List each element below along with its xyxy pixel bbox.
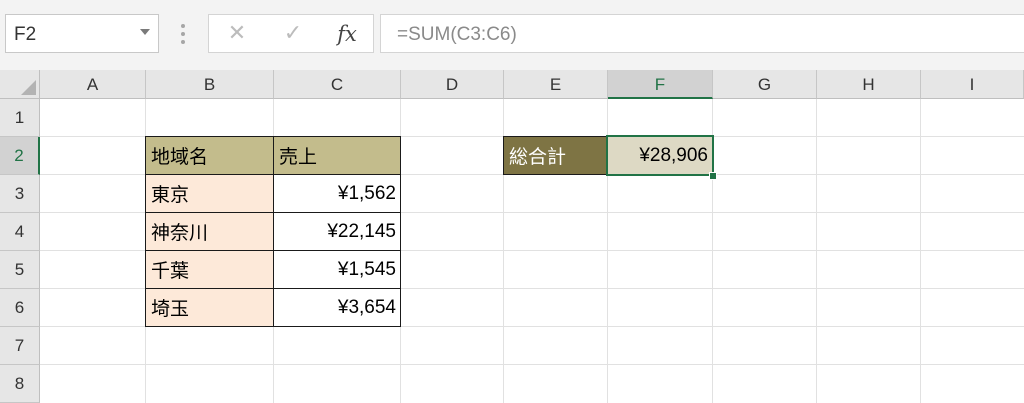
row-header-6[interactable]: 6 [0,289,40,327]
cell-b4[interactable]: 神奈川 [145,212,274,251]
cell-c2[interactable]: 売上 [273,136,401,175]
row-header-1[interactable]: 1 [0,99,40,137]
name-box-value: F2 [14,24,37,45]
row-header-7[interactable]: 7 [0,327,40,365]
cell-c5[interactable]: ¥1,545 [273,250,401,289]
column-header-i[interactable]: I [921,70,1024,99]
row-header-2[interactable]: 2 [0,137,40,175]
column-header-d[interactable]: D [401,70,504,99]
gridline [40,364,1024,365]
worksheet-grid[interactable]: A B C D E F G H I 1 2 3 4 5 6 7 8 地域名 売上… [0,70,1024,403]
enter-icon[interactable]: ✓ [275,18,311,50]
insert-function-icon[interactable]: fx [329,18,365,50]
column-header-f[interactable]: F [608,70,713,99]
select-all-button[interactable] [0,70,40,99]
formula-text: =SUM(C3:C6) [397,24,517,45]
cell-c4[interactable]: ¥22,145 [273,212,401,251]
chevron-down-icon[interactable] [140,29,150,35]
select-all-triangle-icon [21,80,36,95]
cell-b3[interactable]: 東京 [145,174,274,213]
name-box[interactable]: F2 [5,14,159,53]
cell-c3[interactable]: ¥1,562 [273,174,401,213]
fill-handle[interactable] [709,172,717,180]
column-header-g[interactable]: G [713,70,817,99]
column-header-c[interactable]: C [274,70,401,99]
formula-buttons: ✕ ✓ fx [208,14,374,53]
cell-e2[interactable]: 総合計 [503,136,608,175]
formula-bar: F2 ✕ ✓ fx =SUM(C3:C6) [0,0,1024,70]
row-header-5[interactable]: 5 [0,251,40,289]
column-header-b[interactable]: B [146,70,274,99]
row-header-8[interactable]: 8 [0,365,40,403]
row-header-3[interactable]: 3 [0,175,40,213]
cancel-icon[interactable]: ✕ [219,18,255,50]
gridline [816,99,817,403]
gridline [920,99,921,403]
formula-input[interactable]: =SUM(C3:C6) [380,14,1024,53]
row-header-4[interactable]: 4 [0,213,40,251]
drag-handle-icon[interactable] [181,24,185,44]
column-header-e[interactable]: E [504,70,608,99]
column-header-h[interactable]: H [817,70,921,99]
active-cell-selection [606,135,714,176]
cell-b6[interactable]: 埼玉 [145,288,274,327]
cell-c6[interactable]: ¥3,654 [273,288,401,327]
column-header-a[interactable]: A [40,70,146,99]
cell-b5[interactable]: 千葉 [145,250,274,289]
cell-b2[interactable]: 地域名 [145,136,274,175]
